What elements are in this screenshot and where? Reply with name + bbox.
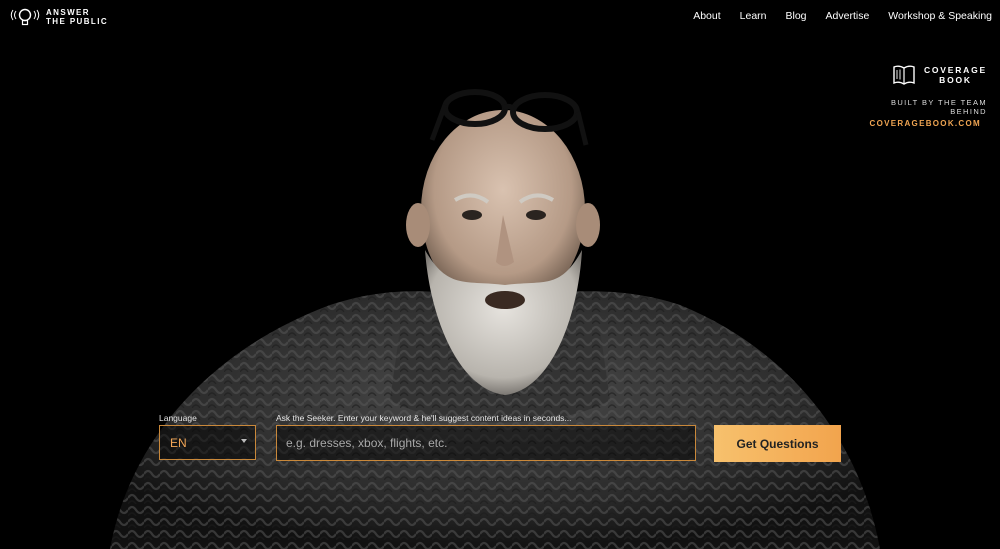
nav-learn-link[interactable]: Learn (740, 10, 767, 22)
nav-about-link[interactable]: About (693, 10, 720, 22)
nav-workshop-speaking-link[interactable]: Workshop & Speaking (888, 10, 992, 22)
coverage-book-promo[interactable]: COVERAGE BOOK BUILT BY THE TEAM BEHIND C… (857, 64, 987, 128)
language-label: Language (159, 413, 197, 423)
coverage-book-logo: COVERAGE BOOK (857, 64, 987, 86)
coverage-book-wordmark: COVERAGE BOOK (924, 65, 987, 85)
bearded-man-photo (0, 0, 1000, 549)
language-selected-value: EN (170, 436, 187, 450)
coverage-tagline: BUILT BY THE TEAM BEHIND (890, 98, 987, 116)
nav-blog-link[interactable]: Blog (786, 10, 807, 22)
hero-background-image (0, 0, 1000, 549)
top-navigation-bar: ANSWER THE PUBLIC About Learn Blog Adver… (0, 0, 1000, 34)
logo-line-2: THE PUBLIC (46, 17, 108, 26)
site-logo[interactable]: ANSWER THE PUBLIC (10, 7, 108, 27)
language-select[interactable]: EN (159, 425, 256, 460)
keyword-label: Ask the Seeker. Enter your keyword & he'… (276, 413, 572, 423)
get-questions-button[interactable]: Get Questions (714, 425, 841, 462)
main-nav: About Learn Blog Advertise Workshop & Sp… (674, 10, 992, 22)
nav-advertise-link[interactable]: Advertise (826, 10, 870, 22)
caret-down-icon (241, 439, 247, 443)
coverage-book-link[interactable]: COVERAGEBOOK.COM (857, 119, 987, 128)
book-icon (893, 65, 915, 85)
keyword-search-input[interactable] (276, 425, 696, 461)
logo-line-1: ANSWER (46, 8, 90, 17)
logo-text: ANSWER THE PUBLIC (46, 8, 108, 26)
coverage-brand-line-2: BOOK (939, 75, 972, 85)
coverage-brand-line-1: COVERAGE (923, 65, 987, 75)
lightbulb-icon (10, 8, 40, 26)
